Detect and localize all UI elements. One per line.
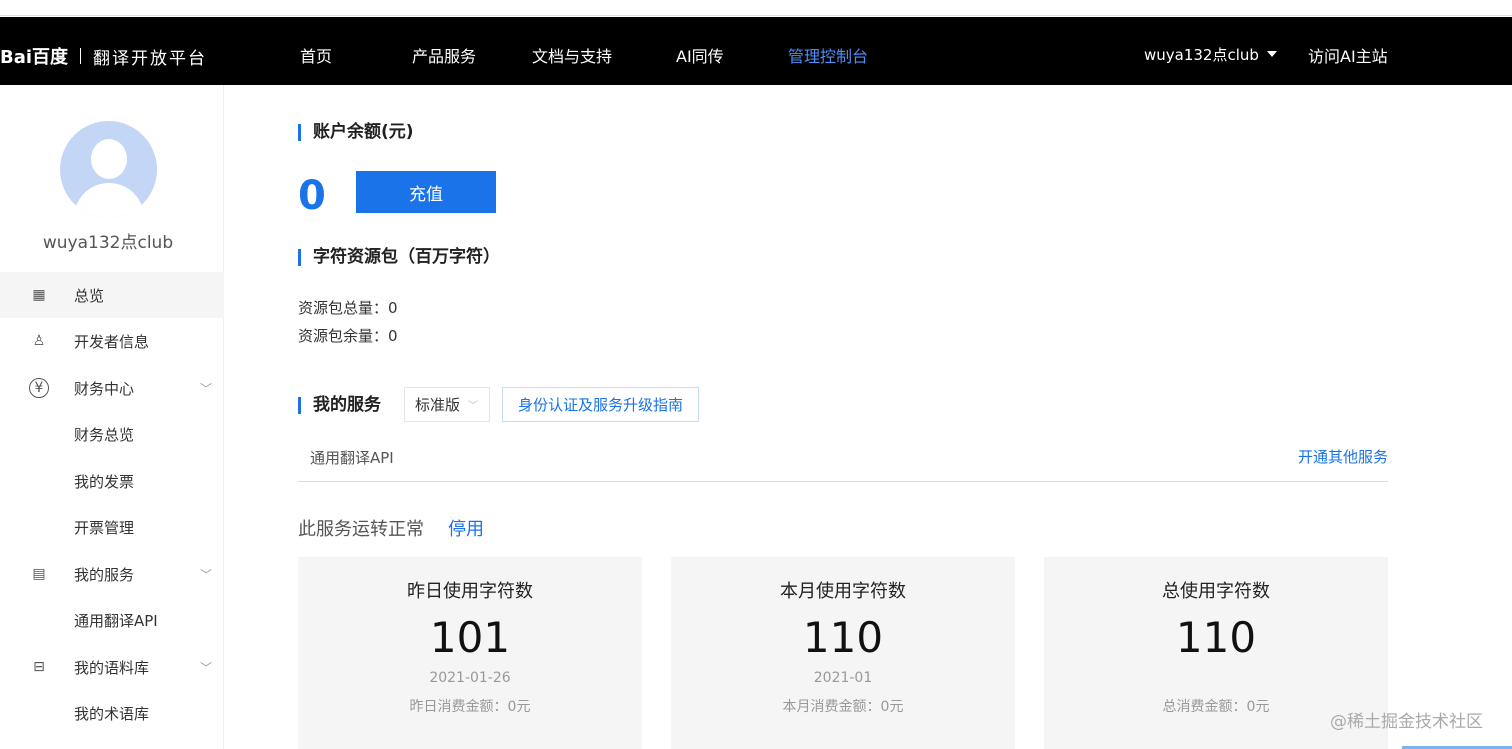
card-value: 110	[802, 613, 884, 662]
label: 我的服务	[74, 565, 135, 584]
card-date: 2021-01-26	[429, 670, 511, 686]
avatar	[60, 121, 157, 218]
sidebar-item-corpus[interactable]: ⊟ 我的语料库 ﹀	[0, 644, 224, 690]
stat-card-month: 本月使用字符数 110 2021-01 本月消费金额：0元	[671, 557, 1015, 749]
nav-console[interactable]: 管理控制台	[788, 43, 868, 67]
sidebar-item-invoice-manage[interactable]: 开票管理	[0, 504, 224, 550]
inbox-icon: ⊟	[33, 659, 45, 675]
sidebar-username: wuya132点club	[42, 233, 174, 253]
card-title: 总使用字符数	[1162, 581, 1270, 602]
service-name[interactable]: 通用翻译API	[310, 447, 394, 468]
recharge-button[interactable]: 充值	[356, 171, 496, 213]
chevron-down-icon: ﹀	[199, 567, 212, 582]
user-menu[interactable]: wuya132点club	[1144, 44, 1277, 65]
services-title: 我的服务	[298, 397, 381, 414]
card-money: 本月消费金额：0元	[782, 699, 904, 715]
grid-icon: ▦	[32, 287, 46, 303]
balance-value: 0	[298, 173, 326, 219]
card-money: 昨日消费金额：0元	[409, 699, 531, 715]
sidebar-item-services[interactable]: ▤ 我的服务 ﹀	[0, 551, 224, 597]
open-other-link[interactable]: 开通其他服务	[1298, 446, 1388, 467]
nav-ai[interactable]: AI同传	[676, 43, 724, 67]
service-status: 此服务运转正常	[298, 519, 424, 540]
card-date: 2021-01	[813, 670, 873, 686]
nav-docs[interactable]: 文档与支持	[532, 43, 612, 67]
edition-value: 标准版	[415, 396, 461, 414]
logo-text: Bai百度	[0, 47, 69, 68]
pack-title: 字符资源包（百万字符）	[298, 249, 500, 266]
card-date	[1044, 670, 1388, 688]
watermark: @稀土掘金技术社区	[1330, 712, 1483, 732]
yen-icon: ¥	[29, 378, 49, 398]
label: 开发者信息	[74, 332, 150, 351]
user-name: wuya132点club	[1144, 46, 1259, 64]
stop-link[interactable]: 停用	[448, 515, 484, 541]
sidebar-item-invoices[interactable]: 我的发票	[0, 458, 224, 504]
card-title: 昨日使用字符数	[407, 581, 533, 602]
bookmarks-bar	[0, 0, 1512, 16]
sidebar-item-translate-api[interactable]: 通用翻译API	[0, 597, 224, 643]
upgrade-guide-button[interactable]: 身份认证及服务升级指南	[502, 387, 699, 422]
top-nav: Bai百度 翻译开放平台 首页 产品服务 文档与支持 AI同传 管理控制台 wuy…	[0, 17, 1512, 85]
document-icon: ▤	[32, 566, 46, 582]
chevron-down-icon: ﹀	[199, 660, 212, 675]
label: 总览	[74, 286, 105, 305]
sidebar-item-terms[interactable]: 我的术语库	[0, 690, 224, 736]
sidebar: wuya132点club ▦ 总览 ♙ 开发者信息 ¥ 财务中心 ﹀ 财务总览 我的发票…	[0, 85, 224, 749]
sidebar-item-developer[interactable]: ♙ 开发者信息	[0, 318, 224, 364]
visit-ai-link[interactable]: 访问AI主站	[1308, 43, 1388, 67]
chevron-down-icon: ﹀	[199, 381, 212, 396]
platform-name: 翻译开放平台	[93, 48, 208, 69]
sidebar-item-finance-overview[interactable]: 财务总览	[0, 411, 224, 457]
card-value: 110	[1175, 613, 1257, 662]
chevron-down-icon: ﹀	[468, 401, 479, 412]
divider	[298, 481, 1388, 482]
label: 我的语料库	[74, 658, 150, 677]
user-icon: ♙	[32, 333, 46, 349]
sidebar-item-overview[interactable]: ▦ 总览	[0, 272, 224, 318]
pack-left: 资源包余量：0	[298, 327, 398, 345]
card-title: 本月使用字符数	[780, 581, 906, 602]
stat-card-yesterday: 昨日使用字符数 101 2021-01-26 昨日消费金额：0元	[298, 557, 642, 749]
caret-down-icon	[1266, 51, 1277, 62]
edition-select[interactable]: 标准版 ﹀	[404, 387, 490, 422]
nav-home[interactable]: 首页	[300, 43, 332, 67]
card-value: 101	[429, 613, 511, 662]
logo[interactable]: Bai百度 翻译开放平台	[0, 43, 207, 69]
sidebar-item-finance[interactable]: ¥ 财务中心 ﹀	[0, 365, 224, 411]
label: 财务中心	[74, 379, 135, 398]
balance-title: 账户余额(元)	[298, 124, 414, 141]
pack-total: 资源包总量：0	[298, 299, 398, 317]
nav-products[interactable]: 产品服务	[412, 43, 476, 67]
divider	[80, 48, 82, 64]
